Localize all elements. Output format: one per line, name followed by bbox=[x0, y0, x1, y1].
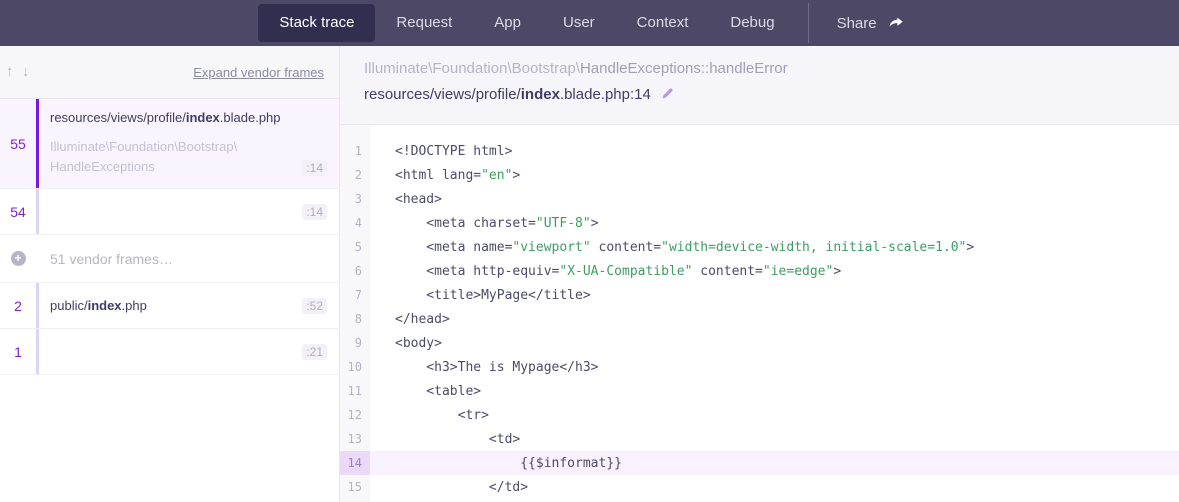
tab-request[interactable]: Request bbox=[375, 4, 473, 42]
gutter-line-number: 4 bbox=[340, 211, 370, 235]
frame-body: :14 bbox=[39, 189, 339, 234]
stack-frame-2[interactable]: 2 public/index.php :52 bbox=[0, 283, 339, 329]
code-text: <head> bbox=[370, 187, 442, 211]
frame-number: 2 bbox=[0, 283, 36, 328]
frame-nav-arrows: ↑ ↓ bbox=[4, 63, 31, 81]
tab-debug[interactable]: Debug bbox=[709, 4, 795, 42]
code-text: {{$informat}} bbox=[370, 451, 622, 475]
gutter-line-number: 11 bbox=[340, 379, 370, 403]
frame-number: 55 bbox=[0, 99, 36, 188]
code-line-4: 4 <meta charset="UTF-8"> bbox=[340, 211, 1179, 235]
tab-context[interactable]: Context bbox=[616, 4, 710, 42]
code-line-1: 1<!DOCTYPE html> bbox=[340, 139, 1179, 163]
line-number-badge: :52 bbox=[302, 298, 327, 314]
code-line-11: 11 <table> bbox=[340, 379, 1179, 403]
code-line-6: 6 <meta http-equiv="X-UA-Compatible" con… bbox=[340, 259, 1179, 283]
frame-method: HandleExceptions::handleError bbox=[580, 60, 788, 77]
frame-number: 1 bbox=[0, 329, 36, 374]
gutter-line-number: 8 bbox=[340, 307, 370, 331]
frame-detail-header: Illuminate\Foundation\Bootstrap\HandleEx… bbox=[340, 46, 1179, 125]
code-text: </td> bbox=[370, 475, 528, 499]
gutter-line-number: 3 bbox=[340, 187, 370, 211]
code-text: <meta name="viewport" content="width=dev… bbox=[370, 235, 974, 259]
code-line-10: 10 <h3>The is Mypage</h3> bbox=[340, 355, 1179, 379]
share-button-label: Share bbox=[837, 15, 877, 32]
tab-app[interactable]: App bbox=[473, 4, 542, 42]
expand-vendor-frames-link[interactable]: Expand vendor frames bbox=[193, 65, 324, 80]
code-line-14: 14 {{$informat}} bbox=[340, 451, 1179, 475]
frame-file-text: resources/views/profile/index.blade.php:… bbox=[364, 86, 651, 103]
line-number-badge: :21 bbox=[302, 344, 327, 360]
line-number-badge: :14 bbox=[302, 204, 327, 220]
code-line-13: 13 <td> bbox=[340, 427, 1179, 451]
frame-number: 54 bbox=[0, 189, 36, 234]
frame-body: resources/views/profile/index.blade.php I… bbox=[39, 99, 339, 188]
nav-divider bbox=[808, 3, 809, 43]
frame-file-path: resources/views/profile/index.blade.php bbox=[50, 110, 327, 125]
stack-frame-54[interactable]: 54 :14 bbox=[0, 189, 339, 235]
code-text: <meta charset="UTF-8"> bbox=[370, 211, 599, 235]
gutter-line-number: 1 bbox=[340, 139, 370, 163]
stack-frame-55[interactable]: 55resources/views/profile/index.blade.ph… bbox=[0, 99, 339, 189]
previous-frame-arrow-icon[interactable]: ↑ bbox=[4, 63, 16, 80]
frames-list: 55resources/views/profile/index.blade.ph… bbox=[0, 99, 339, 375]
frame-file-path: public/index.php bbox=[50, 298, 147, 313]
nav-tabs: Stack traceRequestAppUserContextDebug bbox=[258, 4, 795, 42]
share-button[interactable]: Share bbox=[821, 5, 921, 42]
code-text: <html lang="en"> bbox=[370, 163, 520, 187]
next-frame-arrow-icon[interactable]: ↓ bbox=[20, 63, 32, 80]
code-line-15: 15 </td> bbox=[340, 475, 1179, 499]
code-text: <body> bbox=[370, 331, 442, 355]
pencil-icon bbox=[659, 87, 674, 102]
gutter-line-number: 9 bbox=[340, 331, 370, 355]
code-text: <meta http-equiv="X-UA-Compatible" conte… bbox=[370, 259, 841, 283]
tab-stack-trace[interactable]: Stack trace bbox=[258, 4, 375, 42]
frame-body: :21 bbox=[39, 329, 339, 374]
code-lines: 1<!DOCTYPE html>2<html lang="en">3<head>… bbox=[340, 139, 1179, 499]
gutter-line-number: 7 bbox=[340, 283, 370, 307]
frame-file-line: resources/views/profile/index.blade.php:… bbox=[364, 86, 1155, 103]
gutter-line-number: 2 bbox=[340, 163, 370, 187]
vendor-frames-label: 51 vendor frames… bbox=[50, 251, 173, 267]
code-text: <table> bbox=[370, 379, 481, 403]
frame-class-name: Illuminate\Foundation\Bootstrap\HandleEx… bbox=[50, 137, 237, 176]
line-number-badge: :14 bbox=[302, 160, 327, 176]
code-line-8: 8</head> bbox=[340, 307, 1179, 331]
code-line-12: 12 <tr> bbox=[340, 403, 1179, 427]
frame-class-method: Illuminate\Foundation\Bootstrap\HandleEx… bbox=[364, 60, 1155, 77]
sidebar-header: ↑ ↓ Expand vendor frames bbox=[0, 46, 339, 99]
frame-class-prefix: Illuminate\Foundation\Bootstrap\ bbox=[364, 60, 580, 77]
code-line-9: 9<body> bbox=[340, 331, 1179, 355]
share-arrow-icon bbox=[887, 15, 905, 31]
gutter-line-number: 10 bbox=[340, 355, 370, 379]
code-text: <tr> bbox=[370, 403, 489, 427]
stack-frame-1[interactable]: 1 :21 bbox=[0, 329, 339, 375]
code-line-7: 7 <title>MyPage</title> bbox=[340, 283, 1179, 307]
frame-detail-panel: Illuminate\Foundation\Bootstrap\HandleEx… bbox=[340, 46, 1179, 502]
code-text: <td> bbox=[370, 427, 520, 451]
gutter-line-number: 12 bbox=[340, 403, 370, 427]
gutter-line-number: 13 bbox=[340, 427, 370, 451]
code-line-5: 5 <meta name="viewport" content="width=d… bbox=[340, 235, 1179, 259]
code-text: <!DOCTYPE html> bbox=[370, 139, 512, 163]
gutter-line-number: 14 bbox=[340, 451, 370, 475]
code-viewer: 1<!DOCTYPE html>2<html lang="en">3<head>… bbox=[340, 125, 1179, 502]
tab-user[interactable]: User bbox=[542, 4, 616, 42]
frame-body: 51 vendor frames… bbox=[39, 235, 339, 282]
code-line-2: 2<html lang="en"> bbox=[340, 163, 1179, 187]
gutter-line-number: 15 bbox=[340, 475, 370, 499]
stack-trace-sidebar: ↑ ↓ Expand vendor frames 55resources/vie… bbox=[0, 46, 340, 502]
code-text: <title>MyPage</title> bbox=[370, 283, 591, 307]
gutter-line-number: 5 bbox=[340, 235, 370, 259]
expand-plus-icon: + bbox=[0, 235, 36, 282]
content-area: ↑ ↓ Expand vendor frames 55resources/vie… bbox=[0, 46, 1179, 502]
main-nav: Stack traceRequestAppUserContextDebug Sh… bbox=[0, 0, 1179, 46]
code-line-3: 3<head> bbox=[340, 187, 1179, 211]
frame-body: public/index.php :52 bbox=[39, 283, 339, 328]
gutter-line-number: 6 bbox=[340, 259, 370, 283]
code-text: </head> bbox=[370, 307, 450, 331]
edit-file-button[interactable] bbox=[659, 87, 674, 102]
vendor-frames-toggle[interactable]: +51 vendor frames… bbox=[0, 235, 339, 283]
code-text: <h3>The is Mypage</h3> bbox=[370, 355, 599, 379]
